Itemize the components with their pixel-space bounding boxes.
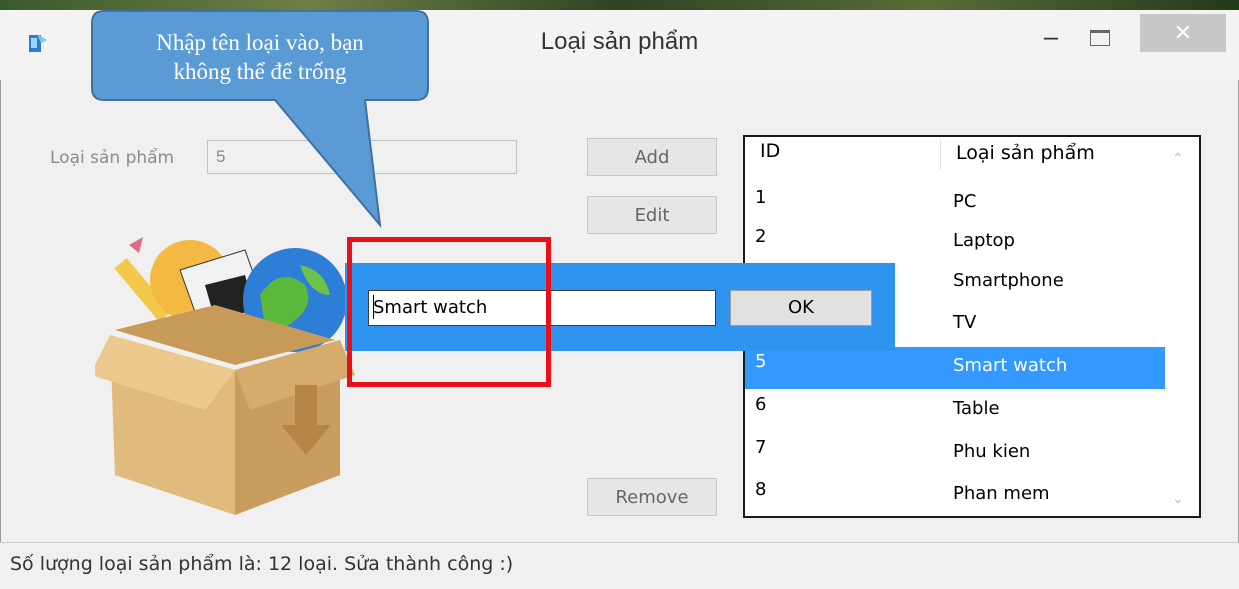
list-item-name: Table <box>953 398 1000 419</box>
remove-button[interactable]: Remove <box>587 478 717 516</box>
list-item-name: Smartphone <box>953 270 1064 291</box>
list-item-id: 6 <box>755 394 767 415</box>
list-item-id: 8 <box>755 479 767 500</box>
list-item-name: Phu kien <box>953 441 1031 462</box>
callout-line-1: Nhập tên loại vào, bạn <box>156 30 364 55</box>
list-item-id: 1 <box>755 187 767 208</box>
list-item-selected[interactable]: 5 Smart watch <box>745 347 1165 389</box>
list-item[interactable]: 7 Phu kien <box>745 433 1165 475</box>
list-item[interactable]: 8 Phan mem <box>745 475 1165 517</box>
list-item-name: PC <box>953 191 977 212</box>
list-item[interactable]: 1 PC <box>745 183 1165 225</box>
product-box-illustration <box>90 225 355 525</box>
list-item-name: Smart watch <box>953 355 1068 376</box>
list-item-name: Phan mem <box>953 483 1050 504</box>
list-scrollbar[interactable] <box>1165 137 1199 516</box>
list-item-id: 5 <box>755 351 767 372</box>
status-text: Số lượng loại sản phẩm là: 12 loại. Sửa … <box>10 553 514 575</box>
callout-text: Nhập tên loại vào, bạn không thể để trốn… <box>100 28 420 86</box>
callout-line-2: không thể để trống <box>173 59 347 84</box>
list-item[interactable]: 2 Laptop <box>745 222 1165 264</box>
add-button[interactable]: Add <box>587 138 717 176</box>
minimize-icon[interactable]: – <box>1036 23 1066 52</box>
list-item-name: Laptop <box>953 230 1015 251</box>
list-item-id: 2 <box>755 226 767 247</box>
highlight-annotation <box>347 237 551 387</box>
column-header-name[interactable]: Loại sản phẩm <box>956 142 1095 164</box>
maximize-icon[interactable] <box>1090 30 1110 46</box>
ok-button[interactable]: OK <box>730 290 872 326</box>
list-item-name: TV <box>953 312 977 333</box>
edit-button[interactable]: Edit <box>587 196 717 234</box>
close-icon[interactable]: ✕ <box>1140 14 1226 52</box>
list-item-id: 7 <box>755 437 767 458</box>
scroll-up-icon[interactable]: ⌃ <box>1172 150 1184 167</box>
column-header-id[interactable]: ID <box>760 140 780 162</box>
scroll-down-icon[interactable]: ⌄ <box>1172 490 1184 507</box>
column-separator <box>940 140 941 170</box>
list-item[interactable]: 6 Table <box>745 390 1165 432</box>
